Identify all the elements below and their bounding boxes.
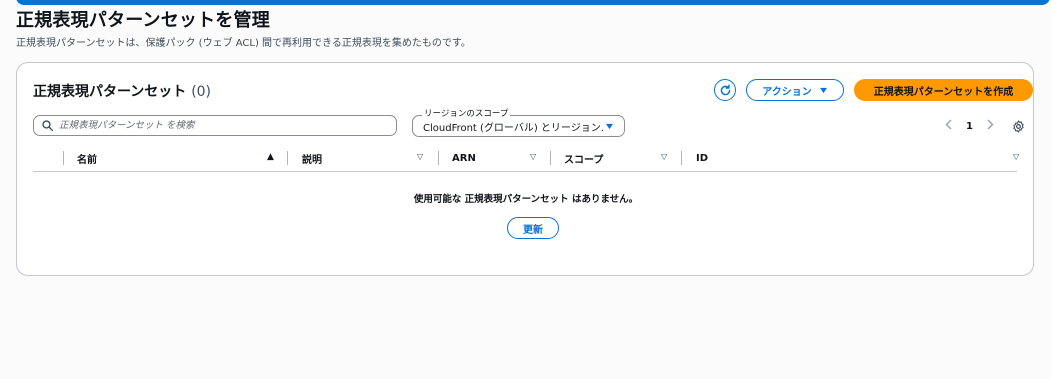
pagination: 1 <box>945 118 994 134</box>
caret-down-icon <box>606 123 613 129</box>
column-header-id[interactable]: ID <box>696 149 708 167</box>
column-separator <box>63 151 64 165</box>
panel-count: (0) <box>191 84 212 100</box>
panel-title-text: 正規表現パターンセット <box>33 84 187 100</box>
top-accent-bar <box>16 0 1050 5</box>
sort-descending-icon[interactable]: ▽ <box>661 152 667 161</box>
create-regex-set-button[interactable]: 正規表現パターンセットを作成 <box>854 79 1033 101</box>
sort-descending-icon[interactable]: ▽ <box>417 152 423 161</box>
chevron-left-icon[interactable] <box>945 119 952 133</box>
regex-sets-panel: 正規表現パターンセット (0) アクション 正規表現パターンセットを作成 リージ… <box>16 62 1034 276</box>
scope-selected-value: CloudFront (グローバル) とリージョン... <box>423 122 605 134</box>
column-header-scope[interactable]: スコープ <box>564 149 603 167</box>
search-input[interactable] <box>59 120 379 131</box>
column-separator <box>287 151 288 165</box>
caret-down-icon <box>819 87 827 93</box>
column-header-arn[interactable]: ARN <box>452 149 476 167</box>
panel-title: 正規表現パターンセット (0) <box>33 81 211 101</box>
column-separator <box>438 151 439 165</box>
chevron-right-icon[interactable] <box>987 119 994 133</box>
sort-ascending-icon[interactable]: ▲ <box>267 152 274 162</box>
refresh-button[interactable] <box>714 79 736 101</box>
refresh-icon <box>720 83 730 95</box>
empty-state-message: 使用可能な 正規表現パターンセット はありません。 <box>413 194 639 205</box>
page-description: 正規表現パターンセットは、保護パック (ウェブ ACL) 間で再利用できる正規表… <box>16 38 471 49</box>
table-header-divider <box>33 171 1017 172</box>
column-separator <box>550 151 551 165</box>
column-header-name[interactable]: 名前 <box>77 149 97 167</box>
sort-descending-icon[interactable]: ▽ <box>530 152 536 161</box>
empty-state-refresh-button[interactable]: 更新 <box>507 217 559 239</box>
column-separator <box>681 151 682 165</box>
actions-dropdown-button[interactable]: アクション <box>746 79 844 101</box>
sort-descending-icon[interactable]: ▽ <box>1013 152 1019 161</box>
gear-icon[interactable] <box>1010 118 1026 134</box>
scope-label: リージョンのスコープ <box>422 107 511 119</box>
search-field[interactable] <box>33 115 397 136</box>
column-header-description[interactable]: 説明 <box>302 149 322 167</box>
search-icon <box>42 120 53 131</box>
page-number[interactable]: 1 <box>966 121 973 132</box>
page-title: 正規表現パターンセットを管理 <box>16 10 270 31</box>
actions-label: アクション <box>762 86 812 98</box>
